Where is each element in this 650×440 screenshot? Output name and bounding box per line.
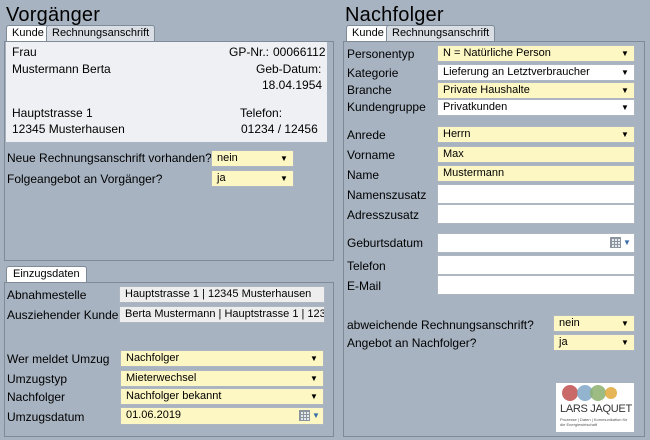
customer-city: 12345 Musterhausen [12,122,125,136]
chevron-down-icon[interactable]: ▼ [618,317,632,330]
personentyp-select[interactable]: N = Natürliche Person ▼ [437,45,635,62]
kundengruppe-label: Kundengruppe [347,100,426,114]
name-input[interactable]: Mustermann [437,165,635,182]
branche-label: Branche [347,83,392,97]
telefon-input[interactable] [437,255,635,275]
chevron-down-icon[interactable]: ▼ [307,372,321,385]
calendar-icon[interactable] [610,237,621,248]
umzugsdatum-value: 01.06.2019 [126,409,182,421]
anrede-select[interactable]: Herrn ▼ [437,126,635,143]
gp-nr-label: GP-Nr.: [229,45,270,59]
vorname-label: Vorname [347,148,396,162]
lars-jaquet-logo: LARS JAQUET Prozesse | Daten | Kommunika… [556,383,634,432]
nachfolger-status-select[interactable]: Nachfolger bekannt ▼ [120,388,324,405]
chevron-down-icon[interactable]: ▼ [618,66,632,79]
abweichende-rechnungsanschrift-select[interactable]: nein ▼ [553,315,635,332]
tab-vorgaenger-rechnungsanschrift[interactable]: Rechnungsanschrift [46,25,156,41]
angebot-nachfolger-label: Angebot an Nachfolger? [347,336,477,350]
ausziehender-label: Ausziehender Kunde [7,308,119,322]
angebot-nachfolger-select[interactable]: ja ▼ [553,334,635,351]
new-billing-select[interactable]: nein ▼ [211,150,294,167]
telefon-label: Telefon [347,259,386,273]
anrede-value: Herrn [443,128,471,140]
chevron-down-icon[interactable]: ▼ [618,336,632,349]
new-billing-value: nein [217,152,238,164]
birth-label: Geb-Datum: [256,62,322,76]
angebot-nachfolger-value: ja [559,336,568,348]
adresszusatz-input[interactable] [437,204,635,224]
nachfolger-title: Nachfolger [345,4,444,26]
chevron-down-icon[interactable]: ▼ [618,101,632,114]
geburtsdatum-field[interactable]: ▼ [437,233,635,253]
chevron-down-icon[interactable]: ▼ [618,128,632,141]
umzugstyp-value: Mieterwechsel [126,372,197,384]
chevron-down-icon[interactable]: ▼ [618,84,632,97]
umzugstyp-select[interactable]: Mieterwechsel ▼ [120,370,324,387]
umzugsdatum-field[interactable]: 01.06.2019 ▼ [120,407,324,425]
wer-meldet-select[interactable]: Nachfolger ▼ [120,350,324,367]
name-label: Name [347,168,380,182]
logo-tagline: Prozesse | Daten | Kommunikation für die… [560,417,628,427]
chevron-down-icon[interactable]: ▼ [311,409,321,422]
tab-nachfolger-kunde[interactable]: Kunde [346,25,390,41]
personentyp-label: Personentyp [347,47,415,61]
abnahmestelle-label: Abnahmestelle [7,288,87,302]
logo-name: LARS JAQUET [560,403,632,415]
email-label: E-Mail [347,279,382,293]
tab-vorgaenger-kunde[interactable]: Kunde [6,25,50,41]
birth-date: 18.04.1954 [262,78,323,92]
vorname-input[interactable]: Max [437,146,635,163]
vorgaenger-title: Vorgänger [6,4,101,26]
phone-label: Telefon: [240,106,283,120]
chevron-down-icon[interactable]: ▼ [307,352,321,365]
chevron-down-icon[interactable]: ▼ [307,390,321,403]
customer-street: Hauptstrasse 1 [12,106,93,120]
tab-nachfolger-rechnungsanschrift[interactable]: Rechnungsanschrift [386,25,496,41]
tab-einzugsdaten[interactable]: Einzugsdaten [6,266,87,283]
customer-salutation: Frau [12,45,37,59]
email-input[interactable] [437,275,635,295]
personentyp-value: N = Natürliche Person [443,47,551,59]
wer-meldet-value: Nachfolger [126,352,180,364]
umzugstyp-label: Umzugstyp [7,372,68,386]
follow-offer-select[interactable]: ja ▼ [211,170,294,187]
chevron-down-icon[interactable]: ▼ [277,152,291,165]
geburtsdatum-label: Geburtsdatum [347,236,424,250]
abnahmestelle-field[interactable]: Hauptstrasse 1 | 12345 Musterhausen [119,286,325,303]
anrede-label: Anrede [347,128,386,142]
namenszusatz-input[interactable] [437,184,635,204]
calendar-icon[interactable] [299,410,310,421]
ausziehender-field[interactable]: Berta Mustermann | Hauptstrasse 1 | 1234… [119,306,325,323]
umzugsdatum-label: Umzugsdatum [7,410,85,424]
kundengruppe-value: Privatkunden [443,101,508,113]
abweichende-rechnungsanschrift-value: nein [559,317,580,329]
customer-name: Mustermann Berta [12,62,111,76]
branche-value: Private Haushalte [443,84,530,96]
phone-value: 01234 / 12456 [241,122,318,136]
chevron-down-icon[interactable]: ▼ [277,172,291,185]
chevron-down-icon[interactable]: ▼ [622,236,632,249]
gp-nr-value: 00066112 [273,45,326,59]
nachfolger-status-value: Nachfolger bekannt [126,390,222,402]
logo-circles-icon [562,385,617,401]
abweichende-rechnungsanschrift-label: abweichende Rechnungsanschrift? [347,318,534,332]
adresszusatz-label: Adresszusatz [347,208,420,222]
new-billing-label: Neue Rechnungsanschrift vorhanden? [7,151,212,165]
kategorie-value: Lieferung an Letztverbraucher [443,66,590,78]
kategorie-select[interactable]: Lieferung an Letztverbraucher ▼ [437,64,635,81]
wer-meldet-label: Wer meldet Umzug [7,352,110,366]
branche-select[interactable]: Private Haushalte ▼ [437,82,635,99]
kategorie-label: Kategorie [347,66,399,80]
namenszusatz-label: Namenszusatz [347,188,427,202]
chevron-down-icon[interactable]: ▼ [618,47,632,60]
nachfolger-status-label: Nachfolger [7,390,66,404]
kundengruppe-select[interactable]: Privatkunden ▼ [437,99,635,116]
follow-offer-label: Folgeangebot an Vorgänger? [7,172,163,186]
follow-offer-value: ja [217,172,226,184]
